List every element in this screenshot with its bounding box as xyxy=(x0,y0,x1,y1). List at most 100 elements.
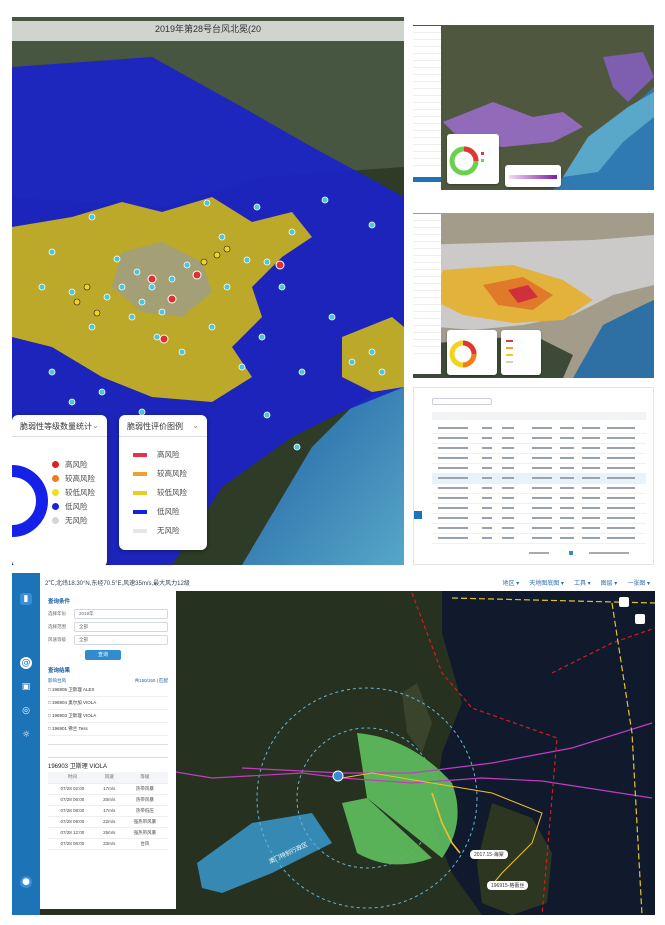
vulnerability-eval-legend-card: 脆弱性评价图例 ⌄ 高风险 较高风险 较低风险 低风险 无风险 xyxy=(119,415,207,550)
track-row[interactable]: 07/28 09:00 22m/s 强热带风暴 xyxy=(48,816,168,828)
timeline[interactable] xyxy=(48,744,168,758)
search-input[interactable] xyxy=(432,398,492,405)
table-row[interactable] xyxy=(432,444,646,454)
mini-legend-card xyxy=(501,330,541,375)
pagination[interactable] xyxy=(529,551,639,556)
typhoon-label[interactable]: 196915-格蕾丝 xyxy=(487,881,529,890)
legend-dot-icon xyxy=(52,516,59,524)
typhoon-label[interactable]: 2017.15-海棠 xyxy=(470,850,508,859)
scroll-bar[interactable] xyxy=(413,177,441,182)
filter-section-title: 查询条件 xyxy=(48,599,71,605)
typhoon-list-item[interactable]: □ 196901 佛兰 Tess xyxy=(48,726,168,736)
table-row[interactable] xyxy=(432,504,646,514)
table-row[interactable] xyxy=(432,524,646,534)
track-row[interactable]: 07/28 12:00 25m/s 强热带风暴 xyxy=(48,827,168,839)
filter-row: 风速等级 全部 xyxy=(48,635,168,645)
chevron-down-icon[interactable]: ⌄ xyxy=(192,421,199,430)
tool-menu-item[interactable]: 天地图底图 ▾ xyxy=(529,578,564,587)
result-section-title: 查询结果 xyxy=(48,668,71,674)
track-cell: 热带风暴 xyxy=(121,783,168,795)
data-table-screenshot[interactable] xyxy=(413,387,654,565)
app-toolbar xyxy=(413,17,654,25)
track-cell: 07/28 06:00 xyxy=(48,794,97,806)
legend-label: 低风险 xyxy=(157,507,180,516)
typhoon-icon[interactable]: @ xyxy=(20,657,32,669)
track-cell: 07/28 09:00 xyxy=(48,816,97,828)
count-legend: 高风险 较高风险 较低风险 低风险 无风险 xyxy=(52,457,95,527)
track-table: 时间 风速 等级 07/28 02:00 17m/s 热带风暴 07/28 06:00 20… xyxy=(48,772,168,850)
track-cell: 台风 xyxy=(121,838,168,850)
eval-card-title: 脆弱性评价图例 xyxy=(127,422,183,431)
table-row[interactable] xyxy=(432,484,646,494)
eye-icon[interactable]: ◎ xyxy=(20,705,32,717)
table-row[interactable] xyxy=(432,514,646,524)
chevron-down-icon[interactable]: ⌄ xyxy=(92,421,99,430)
count-card-title: 脆弱性等级数量统计 xyxy=(20,422,92,431)
legend-label: 无风险 xyxy=(65,515,88,525)
side-marker xyxy=(414,511,422,519)
table-row[interactable] xyxy=(432,424,646,434)
track-cell: 热带低压 xyxy=(121,805,168,817)
tool-menu-item[interactable]: 地区 ▾ xyxy=(503,578,520,587)
filter-select[interactable]: 2019年 xyxy=(74,609,168,619)
track-cell: 22m/s xyxy=(96,816,122,828)
side-list[interactable] xyxy=(413,26,441,190)
table-row[interactable] xyxy=(432,494,646,504)
tool-menu-item[interactable]: 一张图 ▾ xyxy=(627,578,650,587)
donut-chart xyxy=(12,465,48,537)
chart-icon[interactable]: ▮ xyxy=(20,593,32,605)
vulnerability-3d-map[interactable]: 2019年第28号台风北冕(20 脆弱性等级数量统计 ⌄ 高风险 较高风险 较低风险低… xyxy=(12,17,404,565)
mini-gradient-legend xyxy=(505,165,561,187)
fullscreen-icon[interactable] xyxy=(635,614,645,624)
track-row[interactable]: 07/28 06:00 20m/s 热带风暴 xyxy=(48,794,168,806)
selected-typhoon-title: 196903 卫斯理 VIOLA xyxy=(48,764,108,770)
legend-swatch-icon xyxy=(133,528,147,533)
track-row[interactable]: 07/28 08:00 33m/s 台风 xyxy=(48,838,168,850)
typhoon-list-item[interactable]: □ 196903 卫斯理 VIOLA xyxy=(48,713,168,723)
legend-dot-icon xyxy=(52,474,59,482)
table-header-cell: 等级 xyxy=(121,772,168,784)
table-row[interactable] xyxy=(432,434,646,444)
table-row[interactable] xyxy=(432,454,646,464)
track-cell: 07/28 02:00 xyxy=(48,783,97,795)
tool-menu-item[interactable]: 图层 ▾ xyxy=(601,578,618,587)
document-icon[interactable]: ▣ xyxy=(20,681,32,693)
count-legend-item: 较低风险 xyxy=(52,485,95,499)
typhoon-list-item[interactable]: □ 196904 奥尔加 VIOLA xyxy=(48,700,168,710)
mini-donut-card xyxy=(447,330,497,375)
track-row[interactable]: 07/28 02:00 17m/s 热带风暴 xyxy=(48,783,168,795)
filter-label: 选择年份 xyxy=(48,611,66,616)
purple-risk-map-screenshot[interactable] xyxy=(413,17,654,190)
weather-icon[interactable]: ☼ xyxy=(20,729,32,741)
filter-select[interactable]: 全部 xyxy=(74,622,168,632)
track-row[interactable]: 07/28 08:00 17m/s 热带低压 xyxy=(48,805,168,817)
query-button[interactable]: 查询 xyxy=(85,650,121,660)
typhoon-list-item[interactable]: □ 196905 卫斯理 ALEX xyxy=(48,687,168,697)
eval-legend-item: 高风险 xyxy=(133,445,187,464)
filter-row: 选择范围 全部 xyxy=(48,622,168,632)
filter-select[interactable]: 全部 xyxy=(74,635,168,645)
tool-menu-item[interactable]: 工具 ▾ xyxy=(574,578,591,587)
table-row[interactable] xyxy=(432,534,646,544)
layers-icon[interactable] xyxy=(619,597,629,607)
side-list[interactable] xyxy=(413,214,441,374)
legend-dot-icon xyxy=(52,502,59,510)
count-legend-item: 高风险 xyxy=(52,457,95,471)
track-cell: 07/28 12:00 xyxy=(48,827,97,839)
track-cell: 17m/s xyxy=(96,805,122,817)
count-legend-item: 低风险 xyxy=(52,499,95,513)
track-cell: 热带风暴 xyxy=(121,794,168,806)
eval-legend-item: 低风险 xyxy=(133,502,187,521)
table-row[interactable] xyxy=(432,464,646,474)
user-icon[interactable]: ● xyxy=(20,876,32,888)
typhoon-list: □ 196905 卫斯理 ALEX □ 196904 奥尔加 VIOLA □ 196… xyxy=(40,687,176,736)
filter-list: 选择年份 2019年选择范围 全部 风速等级 全部 xyxy=(40,609,176,645)
colored-risk-map-screenshot[interactable] xyxy=(413,205,654,378)
donut-chart xyxy=(449,146,484,176)
table-header xyxy=(432,412,646,420)
typhoon-track-map[interactable]: ▮ @ ▣ ◎ ☼ ● 2℃,北纬18.30°N,东经70.5°E,风速35m/… xyxy=(12,573,655,915)
table-header-cell: 时间 xyxy=(48,772,97,784)
table-row[interactable] xyxy=(432,474,646,484)
eval-legend-item: 无风险 xyxy=(133,521,187,540)
track-cell: 17m/s xyxy=(96,783,122,795)
